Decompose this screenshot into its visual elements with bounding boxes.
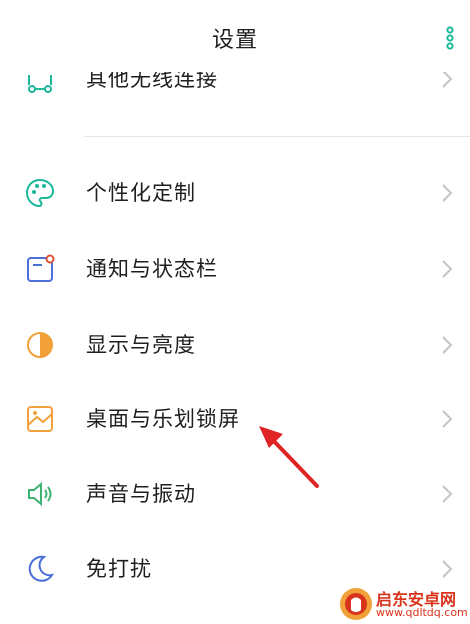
chevron-right-icon — [442, 184, 453, 202]
watermark-url: www.qdltdq.com — [376, 606, 468, 619]
top-bar: 设置 — [0, 0, 470, 72]
notification-icon — [27, 254, 55, 282]
more-vertical-icon[interactable] — [442, 26, 458, 50]
settings-item-desktop-lockscreen[interactable]: 桌面与乐划锁屏 — [0, 388, 470, 450]
settings-item-label: 桌面与乐划锁屏 — [86, 407, 240, 431]
watermark-logo — [340, 588, 372, 620]
chevron-right-icon — [442, 560, 453, 578]
chevron-right-icon — [442, 410, 453, 428]
wallpaper-icon — [27, 406, 53, 432]
settings-item-notifications[interactable]: 通知与状态栏 — [0, 238, 470, 300]
settings-item-label: 免打扰 — [86, 557, 152, 581]
section-divider — [84, 136, 470, 137]
settings-item-sound[interactable]: 声音与振动 — [0, 463, 470, 525]
watermark: 启东安卓网 www.qdltdq.com — [338, 586, 468, 622]
moon-icon — [28, 555, 55, 582]
settings-item-label: 通知与状态栏 — [86, 257, 218, 281]
settings-item-label: 声音与振动 — [86, 482, 196, 506]
settings-item-personalization[interactable]: 个性化定制 — [0, 162, 470, 224]
settings-item-display[interactable]: 显示与亮度 — [0, 314, 470, 376]
settings-item-label: 显示与亮度 — [86, 333, 196, 357]
chevron-right-icon — [442, 260, 453, 278]
annotation-arrow — [259, 426, 319, 488]
page-title: 设置 — [211, 28, 258, 53]
speaker-icon — [28, 481, 52, 507]
chevron-right-icon — [442, 336, 453, 354]
chevron-right-icon — [442, 485, 453, 503]
brightness-icon — [27, 332, 53, 358]
palette-icon — [25, 178, 55, 208]
settings-item-label: 个性化定制 — [86, 181, 196, 205]
